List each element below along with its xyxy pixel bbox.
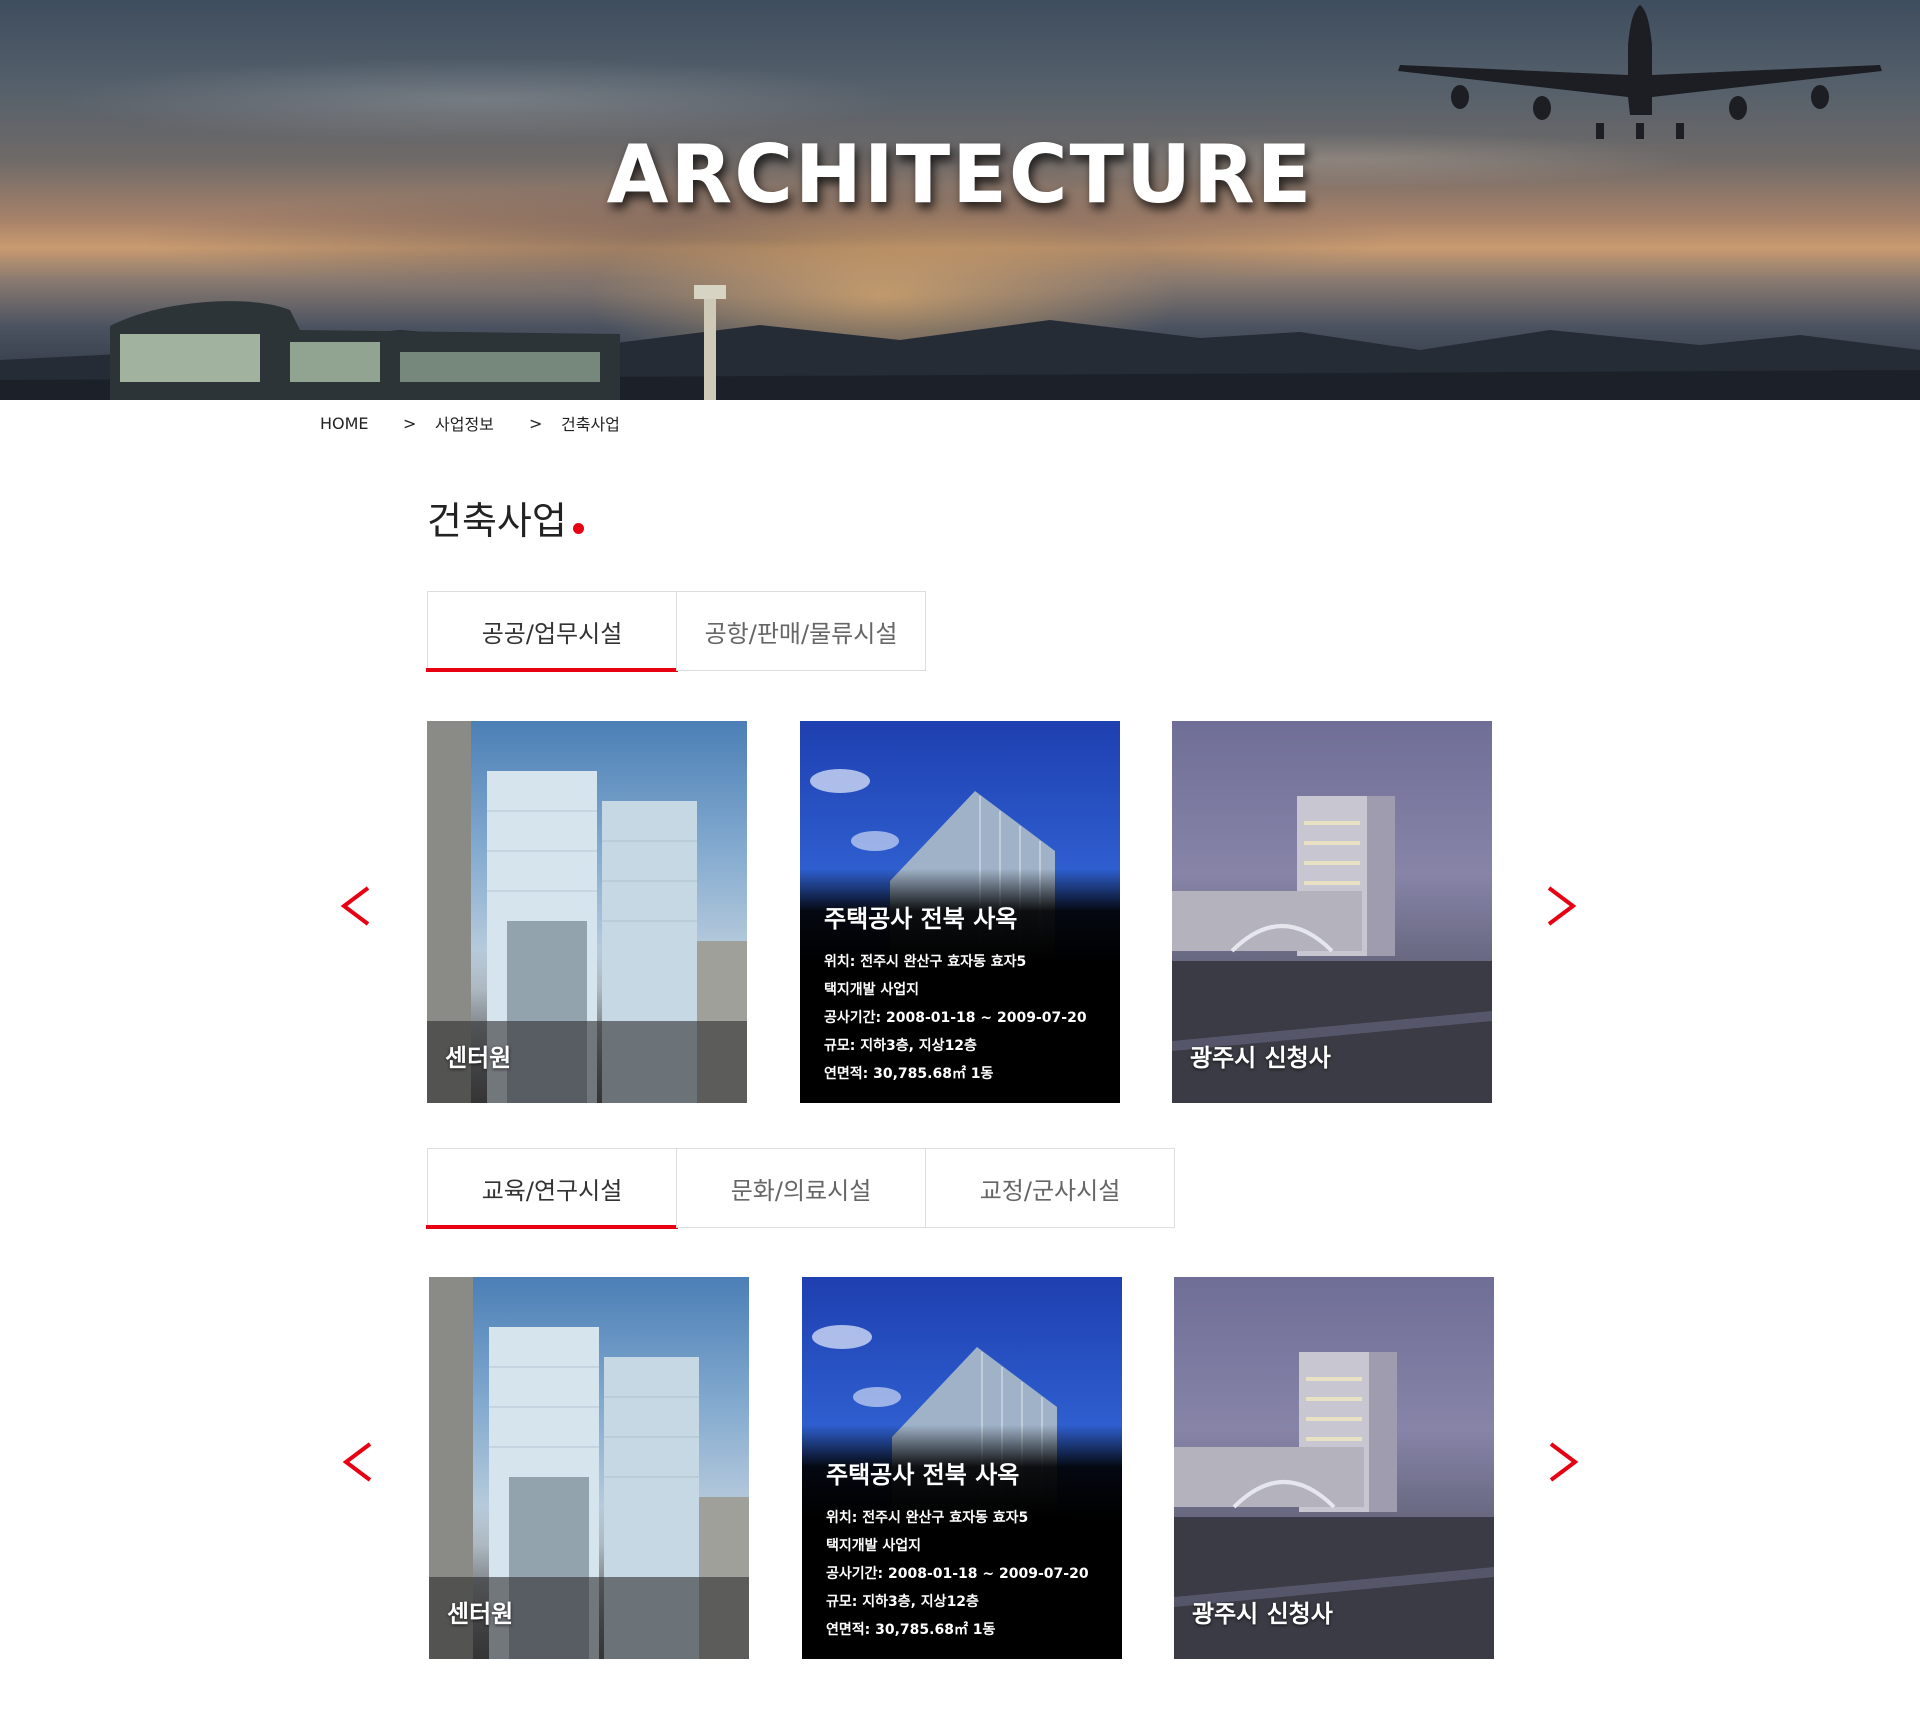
page-title: 건축사업	[427, 490, 584, 545]
breadcrumb-separator: >	[529, 413, 543, 433]
project-period: 공사기간: 2008-01-18 ~ 2009-07-20	[826, 1566, 1089, 1582]
project-floor-area: 연면적: 30,785.68㎡ 1동	[824, 1066, 994, 1082]
project-title: 주택공사 전북 사옥	[826, 1461, 1020, 1489]
project-location: 위치: 전주시 완산구 효자동 효자5	[824, 954, 1027, 970]
chevron-left-icon	[342, 1442, 372, 1482]
project-card[interactable]: 광주시 신청사	[1172, 721, 1492, 1103]
project-details: 주택공사 전북 사옥 위치: 전주시 완산구 효자동 효자5 택지개발 사업지 …	[824, 899, 1087, 1088]
project-location-detail: 택지개발 사업지	[826, 1538, 922, 1554]
category-tabs-1: 공공/업무시설 공항/판매/물류시설	[426, 591, 926, 672]
project-title: 주택공사 전북 사옥	[824, 905, 1018, 933]
project-details: 주택공사 전북 사옥 위치: 전주시 완산구 효자동 효자5 택지개발 사업지 …	[826, 1455, 1089, 1644]
project-card[interactable]: 광주시 신청사	[1174, 1277, 1494, 1659]
chevron-left-icon	[340, 886, 370, 926]
project-location-detail: 택지개발 사업지	[824, 982, 920, 998]
hero-title: ARCHITECTURE	[606, 128, 1314, 221]
breadcrumb: HOME > 사업정보 > 건축사업	[320, 411, 620, 435]
tab-education-research[interactable]: 교육/연구시설	[426, 1148, 678, 1229]
prev-arrow-button[interactable]	[338, 876, 382, 936]
prev-arrow-button[interactable]	[340, 1432, 384, 1492]
breadcrumb-home[interactable]: HOME	[320, 414, 403, 433]
control-tower	[694, 285, 726, 400]
project-scale: 규모: 지하3층, 지상12층	[824, 1038, 977, 1054]
project-card[interactable]: 센터원	[427, 721, 747, 1103]
chevron-right-icon	[1547, 886, 1577, 926]
breadcrumb-section[interactable]: 사업정보	[435, 411, 529, 435]
hero-banner: ARCHITECTURE	[0, 0, 1920, 400]
tab-public-office[interactable]: 공공/업무시설	[426, 591, 678, 672]
project-location: 위치: 전주시 완산구 효자동 효자5	[826, 1510, 1029, 1526]
title-accent-dot	[572, 523, 584, 534]
project-gallery-1: 센터원 주택공사 전북 사옥 위치: 전주시 완산구 효자동 효자5 택지개발 …	[0, 721, 1920, 1103]
project-period: 공사기간: 2008-01-18 ~ 2009-07-20	[824, 1010, 1087, 1026]
project-card[interactable]: 센터원	[429, 1277, 749, 1659]
project-floor-area: 연면적: 30,785.68㎡ 1동	[826, 1622, 996, 1638]
breadcrumb-current: 건축사업	[561, 415, 620, 434]
next-arrow-button[interactable]	[1537, 1432, 1581, 1492]
tab-correction-military[interactable]: 교정/군사시설	[925, 1148, 1175, 1228]
airplane-icon	[1398, 5, 1882, 139]
tab-culture-medical[interactable]: 문화/의료시설	[676, 1148, 926, 1228]
project-name: 광주시 신청사	[1190, 1044, 1331, 1072]
project-scale: 규모: 지하3층, 지상12층	[826, 1594, 979, 1610]
project-card-active[interactable]: 주택공사 전북 사옥 위치: 전주시 완산구 효자동 효자5 택지개발 사업지 …	[800, 721, 1120, 1103]
breadcrumb-separator: >	[403, 413, 417, 433]
project-card-active[interactable]: 주택공사 전북 사옥 위치: 전주시 완산구 효자동 효자5 택지개발 사업지 …	[802, 1277, 1122, 1659]
tab-airport-retail-logistics[interactable]: 공항/판매/물류시설	[676, 591, 926, 671]
chevron-right-icon	[1549, 1442, 1579, 1482]
page-title-text: 건축사업	[427, 499, 567, 543]
project-name: 센터원	[447, 1600, 514, 1628]
next-arrow-button[interactable]	[1535, 876, 1579, 936]
category-tabs-2: 교육/연구시설 문화/의료시설 교정/군사시설	[426, 1148, 1175, 1229]
project-name: 센터원	[445, 1044, 512, 1072]
terminal-building	[110, 301, 620, 400]
project-gallery-2: 센터원 주택공사 전북 사옥 위치: 전주시 완산구 효자동 효자5 택지개발 …	[0, 1277, 1920, 1659]
project-name: 광주시 신청사	[1192, 1600, 1333, 1628]
